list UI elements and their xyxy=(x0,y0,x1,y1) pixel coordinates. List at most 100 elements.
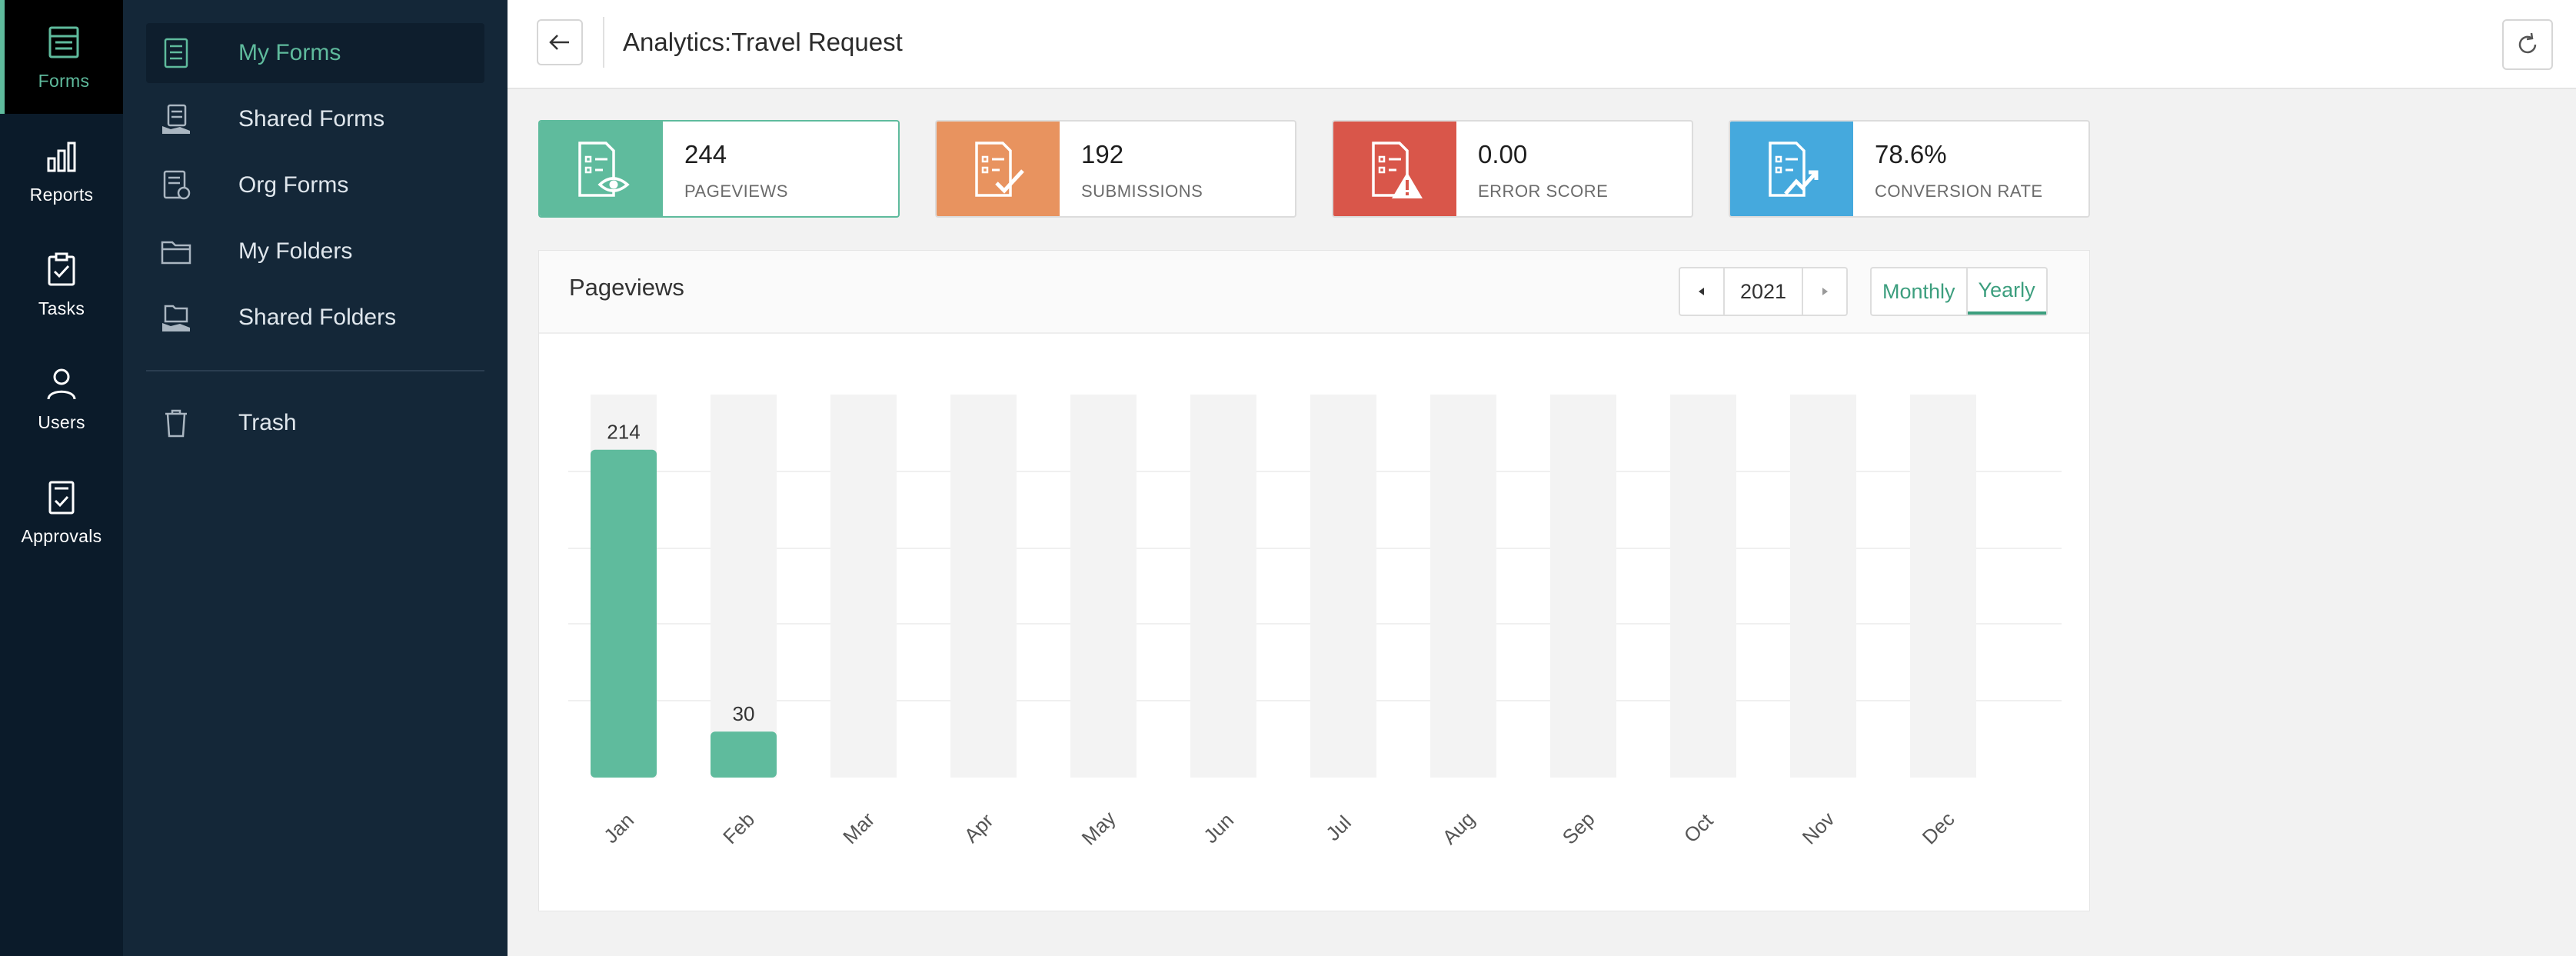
panel-header: Pageviews 2021 Monthly Yearly xyxy=(539,251,2089,334)
conversion-rate-icon xyxy=(1769,141,1819,197)
stat-label: ERROR SCORE xyxy=(1478,182,1609,201)
stat-card-error-score[interactable]: 0.00 ERROR SCORE xyxy=(1332,120,1693,218)
pageviews-panel: Pageviews 2021 Monthly Yearly 214 Jan 30 Fe… xyxy=(538,250,2090,911)
page-title: Analytics:Travel Request xyxy=(623,28,903,56)
nav-label: Shared Folders xyxy=(238,305,397,330)
nav-item-my-forms[interactable]: My Forms xyxy=(146,23,484,83)
x-tick-label: Apr xyxy=(960,808,998,847)
stat-value: 78.6% xyxy=(1875,140,1947,168)
year-selector: 2021 xyxy=(1679,267,1848,316)
rail-item-reports[interactable]: Reports xyxy=(0,114,123,228)
data-label: 214 xyxy=(607,421,640,444)
bar-track xyxy=(1910,395,1976,778)
x-tick-label: Dec xyxy=(1918,808,1959,849)
stat-value: 244 xyxy=(684,140,727,168)
caret-right-icon xyxy=(1822,288,1828,295)
stat-card-submissions[interactable]: 192 SUBMISSIONS xyxy=(935,120,1296,218)
refresh-icon xyxy=(2518,32,2537,54)
nav-label: Trash xyxy=(238,410,297,435)
stat-icon-box xyxy=(540,122,663,216)
previous-year-button[interactable] xyxy=(1680,268,1725,315)
caret-left-icon xyxy=(1699,288,1704,295)
stat-value: 0.00 xyxy=(1478,140,1528,168)
bar-track xyxy=(1550,395,1616,778)
bar-track xyxy=(950,395,1017,778)
arrow-left-icon xyxy=(549,35,569,50)
icon-rail: Forms Reports Tasks Users Approvals xyxy=(0,0,123,956)
trash-icon xyxy=(165,409,187,438)
x-tick-label: Mar xyxy=(838,808,879,848)
yearly-toggle[interactable]: Yearly xyxy=(1967,268,2046,315)
rail-label: Forms xyxy=(38,70,90,91)
monthly-toggle[interactable]: Monthly xyxy=(1872,268,1968,315)
nav-item-trash[interactable]: Trash xyxy=(146,393,484,453)
back-button[interactable] xyxy=(537,19,583,65)
stat-value: 192 xyxy=(1081,140,1124,168)
folder-icon xyxy=(161,241,191,265)
nav-item-shared-folders[interactable]: Shared Folders xyxy=(146,288,484,348)
x-tick-label: May xyxy=(1077,807,1120,850)
panel-title: Pageviews xyxy=(569,274,684,301)
year-value: 2021 xyxy=(1739,279,1787,303)
stat-label: CONVERSION RATE xyxy=(1875,182,2043,201)
forms-icon xyxy=(48,26,79,58)
approvals-icon xyxy=(48,481,75,514)
stat-card-conversion-rate[interactable]: 78.6% CONVERSION RATE xyxy=(1729,120,2090,218)
nav-label: My Folders xyxy=(238,238,353,264)
reports-icon xyxy=(47,142,76,172)
bar-track xyxy=(1310,395,1376,778)
rail-label: Tasks xyxy=(38,298,85,318)
x-tick-label: Jan xyxy=(599,808,638,848)
nav-item-shared-forms[interactable]: Shared Forms xyxy=(146,89,484,149)
x-tick-label: Nov xyxy=(1798,808,1839,849)
rail-item-users[interactable]: Users xyxy=(0,341,123,455)
nav-label: Shared Forms xyxy=(238,106,385,132)
tasks-icon xyxy=(48,252,75,285)
x-tick-label: Jul xyxy=(1321,811,1356,845)
data-label: 30 xyxy=(733,702,755,725)
x-tick-label: Aug xyxy=(1438,808,1479,849)
rail-item-approvals[interactable]: Approvals xyxy=(0,455,123,569)
rail-label: Reports xyxy=(29,184,94,205)
stat-icon-box xyxy=(1730,122,1853,216)
pageviews-icon xyxy=(578,141,630,197)
nav-item-my-folders[interactable]: My Folders xyxy=(146,222,484,281)
bar-track xyxy=(1190,395,1256,778)
bar-feb[interactable] xyxy=(711,731,777,778)
stat-label: PAGEVIEWS xyxy=(684,182,788,201)
bar-track xyxy=(1670,395,1736,778)
shared-folder-icon xyxy=(162,305,190,331)
rail-item-forms[interactable]: Forms xyxy=(0,0,123,114)
pageviews-bar-chart: 214 Jan 30 Feb Mar Apr May Jun Jul Aug Sep Oct Nov De… xyxy=(568,395,2062,850)
stat-icon-box xyxy=(937,122,1060,216)
refresh-button[interactable] xyxy=(2502,19,2553,70)
x-tick-label: Sep xyxy=(1558,808,1599,849)
bar-track xyxy=(830,395,897,778)
next-year-button[interactable] xyxy=(1802,268,1846,315)
rail-label: Approvals xyxy=(21,525,102,546)
nav-label: My Forms xyxy=(238,40,341,65)
header-separator xyxy=(603,17,604,68)
org-forms-icon xyxy=(163,170,191,200)
error-score-icon xyxy=(1372,141,1423,198)
forms-nav: My Forms Shared Forms Org Forms My Folde… xyxy=(123,0,508,956)
form-doc-icon xyxy=(164,38,188,68)
nav-item-org-forms[interactable]: Org Forms xyxy=(146,155,484,215)
stat-icon-box xyxy=(1333,122,1456,216)
nav-divider xyxy=(146,370,484,371)
stat-card-pageviews[interactable]: 244 PAGEVIEWS xyxy=(538,120,900,218)
x-tick-label: Feb xyxy=(718,808,759,848)
rail-item-tasks[interactable]: Tasks xyxy=(0,228,123,341)
nav-label: Org Forms xyxy=(238,172,349,198)
bar-jan[interactable] xyxy=(591,449,657,778)
bar-track xyxy=(1070,395,1137,778)
submissions-icon xyxy=(975,141,1024,197)
x-tick-label: Jun xyxy=(1199,808,1238,848)
rail-label: Users xyxy=(38,411,85,432)
page-header: Analytics:Travel Request xyxy=(508,0,2576,89)
stat-label: SUBMISSIONS xyxy=(1081,182,1203,201)
app-root: Forms Reports Tasks Users Approvals My F… xyxy=(0,0,2576,956)
users-icon xyxy=(47,368,76,399)
bar-track xyxy=(1790,395,1856,778)
view-mode-toggle: Monthly Yearly xyxy=(1870,267,2048,316)
